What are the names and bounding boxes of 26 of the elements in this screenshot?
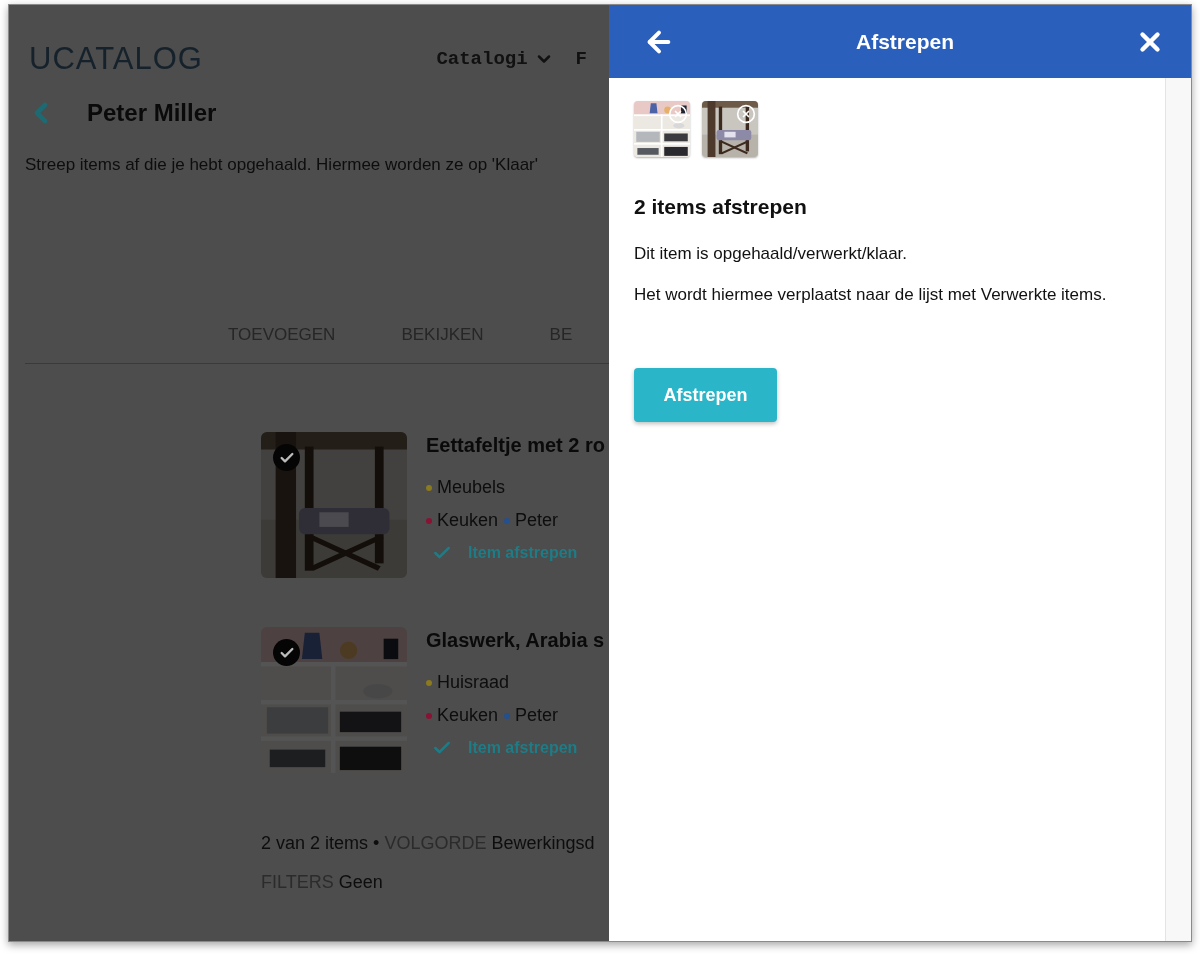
item-title: Glaswerk, Arabia s [426, 629, 605, 652]
panel-text: Het wordt hiermee verplaatst naar de lijst met Verwerkte items. [634, 284, 1108, 306]
sort-value: Bewerkingsd [491, 833, 595, 854]
item-action-link[interactable]: Item afstrepen [426, 543, 605, 563]
panel-title: Afstrepen [856, 29, 954, 54]
tag-label: Keuken [437, 705, 499, 726]
page-title: Peter Miller [87, 99, 217, 127]
tag-label: Meubels [437, 477, 506, 498]
nav-menu[interactable]: F [575, 48, 587, 70]
item-count: 2 van 2 items [261, 833, 369, 854]
separator: • [373, 833, 380, 854]
description: Streep items af die je hebt opgehaald. Hiermee worden ze op 'Klaar' [24, 154, 539, 175]
confirm-button[interactable]: Afstrepen [634, 368, 777, 422]
item-title: Eettafeltje met 2 ro [426, 434, 605, 457]
remove-button[interactable] [668, 104, 688, 124]
panel-text: Dit item is opgehaald/verwerkt/klaar. [634, 243, 909, 265]
tag-label: Huisraad [437, 672, 510, 693]
logo: UCATALOG [29, 41, 204, 77]
filters-value: Geen [338, 872, 383, 893]
tag-label: Peter [515, 705, 559, 726]
item-action-link[interactable]: Item afstrepen [426, 738, 605, 758]
nav-menu[interactable]: Catalogi [436, 48, 554, 70]
tag-label: Peter [515, 510, 559, 531]
remove-button[interactable] [736, 104, 756, 124]
panel-heading: 2 items afstrepen [634, 195, 808, 219]
tag-label: Keuken [437, 510, 499, 531]
